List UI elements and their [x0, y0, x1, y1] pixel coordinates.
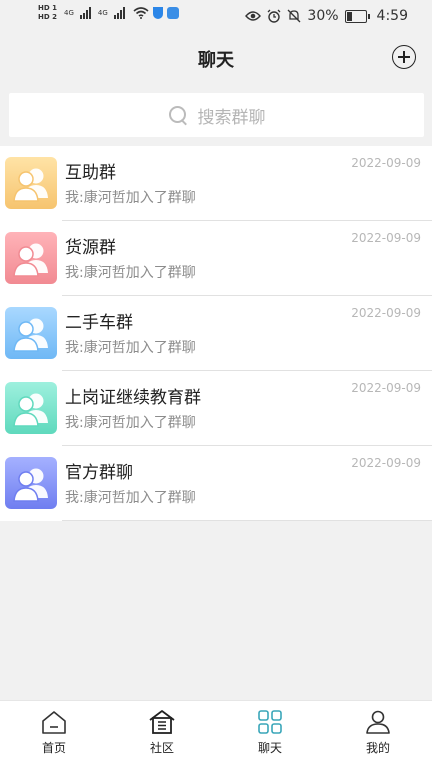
group-last-message: 我:康河哲加入了群聊 [65, 265, 196, 281]
signal-icon-2 [113, 7, 125, 19]
eye-icon [245, 11, 262, 21]
status-bar: HD 1 HD 2 4G 4G 30% 4:59 [0, 0, 432, 34]
nav-home-label: 首页 [41, 741, 66, 755]
shield-icon [152, 7, 163, 19]
search-input[interactable]: 搜索群聊 [9, 93, 424, 137]
page-title: 聊天 [198, 50, 234, 71]
group-name: 上岗证继续教育群 [65, 388, 201, 408]
profile-icon [366, 710, 390, 734]
group-last-message: 我:康河哲加入了群聊 [65, 415, 196, 431]
nav-home[interactable]: 首页 [0, 701, 108, 769]
group-avatar-icon [5, 307, 57, 359]
nav-profile[interactable]: 我的 [324, 701, 432, 769]
network-type-1: 4G [63, 9, 74, 17]
nav-community[interactable]: 社区 [108, 701, 216, 769]
signal-icon [79, 7, 91, 19]
group-date: 2022-09-09 [351, 156, 421, 170]
group-avatar-icon [5, 382, 57, 434]
group-last-message: 我:康河哲加入了群聊 [65, 340, 196, 356]
header: 聊天 [0, 34, 432, 84]
group-item-1[interactable]: 货源群 我:康河哲加入了群聊 2022-09-09 [0, 221, 432, 296]
clock: 4:59 [376, 8, 408, 24]
status-left: HD 1 HD 2 4G 4G [38, 4, 179, 22]
battery-percent: 30% [307, 8, 339, 24]
status-right: 30% 4:59 [245, 8, 408, 24]
search-placeholder: 搜索群聊 [197, 107, 266, 128]
group-avatar-icon [5, 457, 57, 509]
nav-chat-label: 聊天 [257, 741, 282, 755]
group-date: 2022-09-09 [351, 381, 421, 395]
group-date: 2022-09-09 [351, 231, 421, 245]
wifi-icon [133, 7, 149, 19]
group-item-3[interactable]: 上岗证继续教育群 我:康河哲加入了群聊 2022-09-09 [0, 371, 432, 446]
group-date: 2022-09-09 [351, 306, 421, 320]
group-name: 官方群聊 [65, 463, 133, 483]
divider [62, 520, 432, 521]
nav-community-label: 社区 [149, 741, 174, 755]
group-item-0[interactable]: 互助群 我:康河哲加入了群聊 2022-09-09 [0, 146, 432, 221]
group-name: 二手车群 [65, 313, 133, 333]
battery-level [346, 11, 352, 21]
bottom-nav: 首页 社区 聊天 我的 [0, 700, 432, 769]
group-date: 2022-09-09 [351, 456, 421, 470]
group-last-message: 我:康河哲加入了群聊 [65, 190, 196, 206]
chat-grid-icon [258, 710, 282, 734]
cloud-icon [166, 7, 179, 19]
home-icon [42, 711, 66, 734]
sim-badges: HD 1 HD 2 [38, 4, 57, 22]
group-name: 货源群 [65, 238, 116, 258]
group-name: 互助群 [65, 163, 116, 183]
nav-chat[interactable]: 聊天 [216, 701, 324, 769]
alarm-icon [267, 9, 281, 23]
group-item-2[interactable]: 二手车群 我:康河哲加入了群聊 2022-09-09 [0, 296, 432, 371]
sim1-badge: HD 1 [38, 4, 57, 12]
group-list: 互助群 我:康河哲加入了群聊 2022-09-09 货源群 我:康河哲加入了群聊… [0, 146, 432, 521]
group-avatar-icon [5, 232, 57, 284]
mute-bell-icon [287, 9, 301, 23]
group-avatar-icon [5, 157, 57, 209]
battery-icon [344, 9, 370, 23]
group-last-message: 我:康河哲加入了群聊 [65, 490, 196, 506]
sim2-badge: HD 2 [38, 13, 57, 21]
add-chat-button[interactable] [392, 45, 416, 69]
community-icon [149, 710, 175, 734]
group-item-4[interactable]: 官方群聊 我:康河哲加入了群聊 2022-09-09 [0, 446, 432, 521]
network-type-2: 4G [97, 9, 108, 17]
search-icon [168, 105, 188, 126]
nav-profile-label: 我的 [365, 741, 390, 755]
